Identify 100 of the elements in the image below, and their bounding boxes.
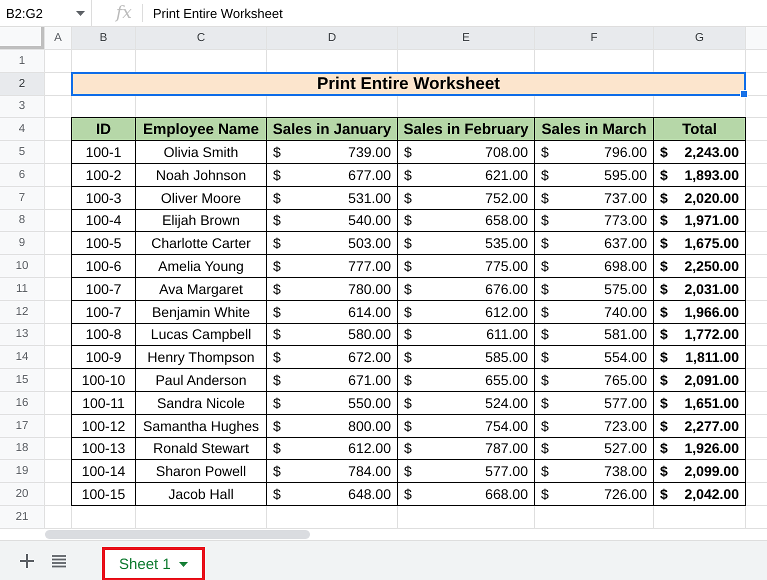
currency-symbol: $	[660, 235, 668, 252]
currency-symbol: $	[541, 418, 549, 434]
row-number[interactable]: 17	[0, 414, 44, 437]
amount-text: 535.00	[485, 235, 528, 252]
amount-text: 2,099.00	[684, 463, 739, 480]
currency-symbol: $	[541, 144, 549, 160]
amount-text: 1,966.00	[684, 304, 739, 320]
table-cell: Lucas Campbell	[136, 324, 266, 346]
amount-text: 723.00	[604, 418, 647, 434]
table-cell: 100-13	[72, 438, 135, 460]
menu-icon[interactable]	[50, 552, 68, 570]
amount-text: 2,091.00	[684, 372, 739, 388]
row-number[interactable]: 10	[0, 255, 44, 277]
table-cell: Paul Anderson	[136, 369, 266, 391]
row-number[interactable]: 11	[0, 278, 44, 300]
currency-symbol: $	[404, 190, 412, 206]
currency-symbol: $	[660, 326, 668, 342]
table-cell: 100-9	[72, 346, 135, 368]
row-number[interactable]: 12	[0, 300, 44, 323]
column-header[interactable]	[746, 27, 767, 49]
amount-text: 1,772.00	[684, 326, 739, 342]
row-number[interactable]: 5	[0, 141, 44, 163]
row-number[interactable]: 2	[0, 72, 44, 95]
sheet-tab[interactable]: Sheet 1	[102, 547, 205, 580]
amount-text: 648.00	[348, 486, 391, 502]
currency-symbol: $	[404, 486, 412, 502]
amount-text: 796.00	[604, 144, 647, 160]
table-cell: 100-7	[72, 278, 135, 300]
currency-symbol: $	[660, 212, 668, 228]
scrollbar[interactable]	[45, 530, 310, 539]
amount-text: 775.00	[485, 258, 528, 274]
row-number[interactable]: 18	[0, 438, 44, 460]
amount-text: 1,811.00	[685, 349, 739, 366]
row-number[interactable]: 15	[0, 369, 44, 391]
table-cell: Amelia Young	[136, 255, 266, 277]
currency-symbol: $	[404, 235, 412, 252]
table-cell: Ronald Stewart	[136, 438, 266, 460]
amount-text: 2,277.00	[684, 418, 739, 434]
plus-icon[interactable]	[18, 552, 36, 570]
amount-text: 787.00	[485, 440, 528, 456]
row-number[interactable]: 7	[0, 186, 44, 209]
currency-symbol: $	[404, 440, 412, 456]
column-header[interactable]: E	[398, 27, 534, 49]
currency-symbol: $	[660, 372, 668, 388]
amount-text: 671.00	[348, 372, 391, 388]
currency-symbol: $	[404, 280, 412, 297]
table-cell: 100-2	[72, 164, 135, 186]
currency-symbol: $	[404, 166, 412, 183]
column-heading: Sales in January	[267, 118, 397, 140]
row-number[interactable]: 6	[0, 164, 44, 186]
row-number[interactable]: 14	[0, 346, 44, 368]
currency-symbol: $	[541, 212, 549, 228]
amount-text: 773.00	[604, 212, 647, 228]
currency-symbol: $	[541, 326, 549, 342]
row-number[interactable]: 4	[0, 118, 44, 140]
amount-text: 540.00	[348, 212, 391, 228]
row-number[interactable]: 20	[0, 483, 44, 505]
currency-symbol: $	[273, 486, 281, 502]
column-header[interactable]: G	[654, 27, 745, 49]
currency-symbol: $	[404, 418, 412, 434]
amount-text: 784.00	[348, 463, 391, 480]
amount-text: 658.00	[485, 212, 528, 228]
row-number[interactable]: 21	[0, 506, 44, 528]
amount-text: 677.00	[348, 166, 391, 183]
amount-text: 621.00	[485, 166, 528, 183]
amount-text: 740.00	[604, 304, 647, 320]
currency-symbol: $	[404, 463, 412, 480]
column-header[interactable]: B	[72, 27, 135, 49]
column-header[interactable]: C	[136, 27, 266, 49]
row-number[interactable]: 9	[0, 232, 44, 254]
row-number[interactable]: 16	[0, 392, 44, 414]
name-box[interactable]: B2:G2	[0, 0, 92, 26]
amount-text: 698.00	[604, 258, 647, 274]
row-number[interactable]: 1	[0, 50, 44, 72]
formula-field[interactable]: Print Entire Worksheet	[152, 6, 283, 20]
table-cell: 100-3	[72, 186, 135, 209]
row-number[interactable]: 8	[0, 210, 44, 232]
amount-text: 738.00	[604, 463, 647, 480]
select-all-corner[interactable]	[0, 27, 44, 49]
currency-symbol: $	[273, 190, 281, 206]
column-header[interactable]: D	[267, 27, 397, 49]
amount-text: 614.00	[348, 304, 391, 320]
title-cell: Print Entire Worksheet	[71, 72, 746, 96]
row-number[interactable]: 13	[0, 324, 44, 346]
currency-symbol: $	[541, 394, 549, 411]
row-number[interactable]: 19	[0, 460, 44, 482]
row-number[interactable]: 3	[0, 96, 44, 118]
column-header[interactable]: A	[45, 27, 71, 49]
table-cell: Sandra Nicole	[136, 392, 266, 414]
amount-text: 2,250.00	[684, 258, 739, 274]
amount-text: 752.00	[485, 190, 528, 206]
currency-symbol: $	[404, 394, 412, 411]
currency-symbol: $	[541, 486, 549, 502]
amount-text: 672.00	[348, 349, 391, 366]
currency-symbol: $	[273, 418, 281, 434]
amount-text: 531.00	[348, 190, 391, 206]
table-cell: 100-8	[72, 324, 135, 346]
column-header[interactable]: F	[535, 27, 653, 49]
amount-text: 765.00	[604, 372, 647, 388]
amount-text: 754.00	[485, 418, 528, 434]
